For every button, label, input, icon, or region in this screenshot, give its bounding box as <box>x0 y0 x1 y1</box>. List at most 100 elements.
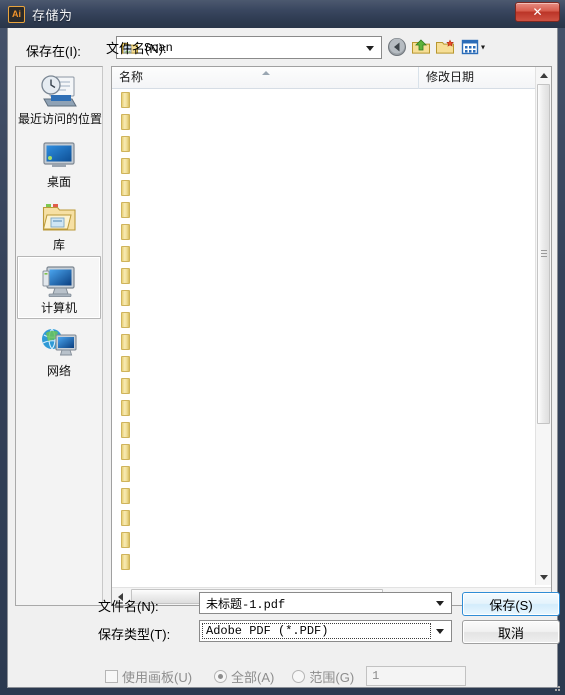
chevron-down-icon[interactable] <box>436 629 444 634</box>
column-header-date-label: 修改日期 <box>426 70 475 84</box>
range-label: 范围(G) <box>309 669 355 685</box>
folder-icon <box>121 356 130 372</box>
folder-icon <box>121 202 130 218</box>
recent-places-icon <box>38 73 80 111</box>
places-bar: 最近访问的位置 桌面 库 计算机 网络 <box>15 66 103 606</box>
save-button[interactable]: 保存(S) <box>462 592 560 616</box>
folder-icon <box>121 510 130 526</box>
sidebar-item-computer[interactable]: 计算机 <box>17 256 101 319</box>
vertical-scrollbar-thumb[interactable] <box>537 84 550 424</box>
file-name-label: 文件名(N): <box>98 599 159 614</box>
options-row: 使用画板(U) 全部(A) 范围(G) 1 <box>7 664 558 688</box>
file-rows-container[interactable] <box>112 89 535 585</box>
folder-icon <box>121 466 130 482</box>
file-list-header: 名称 修改日期 <box>112 67 551 89</box>
chevron-down-icon[interactable] <box>436 601 444 606</box>
table-row[interactable] <box>112 463 535 485</box>
dialog-body: 保存在(I): Scan 最近访问的位置 桌面 库 计算机 网络 名称 修改日期… <box>7 28 558 688</box>
folder-icon <box>121 488 130 504</box>
sidebar-item-network[interactable]: 网络 <box>17 319 101 382</box>
table-row[interactable] <box>112 177 535 199</box>
file-type-label: 保存类型(T): <box>98 627 171 642</box>
network-icon <box>38 325 80 363</box>
sidebar-item-recent-places[interactable]: 最近访问的位置 <box>17 67 102 130</box>
table-row[interactable] <box>112 133 535 155</box>
new-folder-button[interactable] <box>434 37 456 58</box>
radio-icon <box>292 669 306 683</box>
file-type-combobox[interactable]: Adobe PDF (*.PDF) <box>199 620 452 642</box>
sidebar-item-label: 桌面 <box>46 175 71 189</box>
table-row[interactable] <box>112 375 535 397</box>
illustrator-app-icon: Ai <box>8 5 25 23</box>
folder-icon <box>121 312 130 328</box>
views-button[interactable] <box>460 37 490 58</box>
folder-icon <box>121 334 130 350</box>
folder-icon <box>121 378 130 394</box>
sidebar-item-libraries[interactable]: 库 <box>17 193 101 256</box>
save-as-dialog: Ai 存储为 ✕ 保存在(I): Scan 最近访问的位置 桌面 库 计算机 网… <box>0 0 565 695</box>
folder-icon <box>121 444 130 460</box>
folder-icon <box>121 246 130 262</box>
all-radio[interactable]: 全部(A) <box>214 667 274 686</box>
folder-icon <box>121 136 130 152</box>
column-header-date-modified[interactable]: 修改日期 <box>419 67 551 89</box>
table-row[interactable] <box>112 309 535 331</box>
all-label: 全部(A) <box>231 669 275 685</box>
range-radio[interactable]: 范围(G) <box>292 667 354 686</box>
table-row[interactable] <box>112 551 535 573</box>
folder-icon <box>121 532 130 548</box>
table-row[interactable] <box>112 155 535 177</box>
table-row[interactable] <box>112 331 535 353</box>
folder-icon <box>121 92 130 108</box>
range-input[interactable]: 1 <box>366 666 467 686</box>
folder-icon <box>121 422 130 438</box>
sidebar-item-desktop[interactable]: 桌面 <box>17 130 101 193</box>
table-row[interactable] <box>112 243 535 265</box>
table-row[interactable] <box>112 221 535 243</box>
scroll-up-button[interactable] <box>536 67 551 83</box>
use-artboards-label: 使用画板(U) <box>122 669 193 685</box>
use-artboards-checkbox[interactable]: 使用画板(U) <box>105 667 192 686</box>
table-row[interactable] <box>112 199 535 221</box>
look-in-row: 保存在(I): Scan <box>8 34 559 64</box>
back-button[interactable] <box>386 37 408 58</box>
column-header-name-label: 名称 <box>119 70 144 84</box>
table-row[interactable] <box>112 397 535 419</box>
desktop-icon <box>38 136 80 174</box>
folder-icon <box>121 290 130 306</box>
vertical-scrollbar[interactable] <box>535 67 551 585</box>
sidebar-item-label: 计算机 <box>40 301 77 315</box>
table-row[interactable] <box>112 485 535 507</box>
file-name-value: 未标题-1.pdf <box>206 597 286 612</box>
table-row[interactable] <box>112 529 535 551</box>
cancel-button[interactable]: 取消 <box>462 620 560 644</box>
table-row[interactable] <box>112 441 535 463</box>
folder-icon <box>121 554 130 570</box>
sort-ascending-icon <box>262 71 270 75</box>
file-list: 名称 修改日期 <box>111 66 552 606</box>
look-in-label: 保存在(I): <box>26 44 81 59</box>
title-bar: Ai 存储为 ✕ <box>0 0 565 28</box>
folder-icon <box>121 114 130 130</box>
file-name-label: 文件名(N): <box>106 41 167 56</box>
checkbox-icon <box>105 669 118 683</box>
table-row[interactable] <box>112 287 535 309</box>
table-row[interactable] <box>112 507 535 529</box>
folder-icon <box>121 400 130 416</box>
scrollbar-grip-icon <box>541 250 547 258</box>
sidebar-item-label: 网络 <box>46 364 71 378</box>
table-row[interactable] <box>112 111 535 133</box>
libraries-icon <box>38 199 80 237</box>
table-row[interactable] <box>112 265 535 287</box>
file-name-input[interactable]: 未标题-1.pdf <box>199 592 452 614</box>
resize-grip-icon[interactable] <box>550 681 562 693</box>
scroll-down-button[interactable] <box>536 569 551 585</box>
folder-icon <box>121 224 130 240</box>
close-button[interactable]: ✕ <box>515 2 560 22</box>
table-row[interactable] <box>112 89 535 111</box>
up-one-level-button[interactable] <box>410 37 432 58</box>
table-row[interactable] <box>112 353 535 375</box>
table-row[interactable] <box>112 419 535 441</box>
chevron-down-icon <box>366 45 374 51</box>
column-header-name[interactable]: 名称 <box>112 67 419 89</box>
